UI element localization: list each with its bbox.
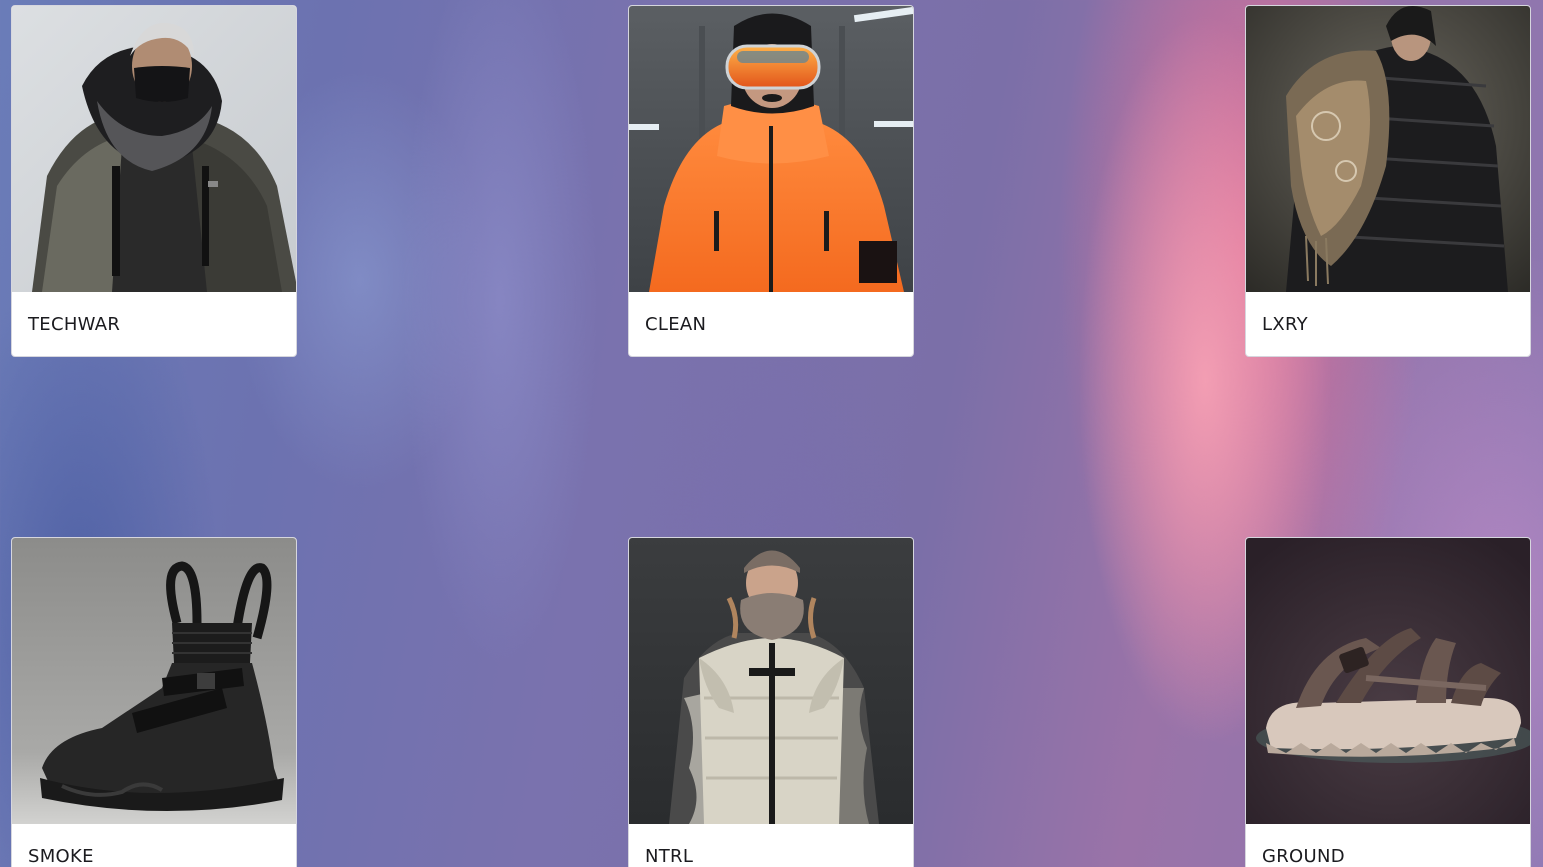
category-label: SMOKE bbox=[28, 845, 94, 867]
category-label: CLEAN bbox=[645, 313, 707, 335]
category-label: TECHWAR bbox=[28, 313, 121, 335]
lxry-photo[interactable] bbox=[1246, 6, 1530, 292]
category-card-ntrl[interactable]: NTRL bbox=[628, 537, 914, 867]
category-card-ground[interactable]: GROUND bbox=[1245, 537, 1531, 867]
category-label: NTRL bbox=[645, 845, 694, 867]
category-label: GROUND bbox=[1262, 845, 1345, 867]
category-card-lxry[interactable]: LXRY bbox=[1245, 5, 1531, 357]
ntrl-photo[interactable] bbox=[629, 538, 913, 824]
smoke-photo[interactable] bbox=[12, 538, 296, 824]
category-card-clean[interactable]: CLEAN bbox=[628, 5, 914, 357]
category-card-techwar[interactable]: TECHWAR bbox=[11, 5, 297, 357]
category-card-smoke[interactable]: SMOKE bbox=[11, 537, 297, 867]
ground-photo[interactable] bbox=[1246, 538, 1530, 824]
techwear-photo[interactable] bbox=[12, 6, 296, 292]
clean-photo[interactable] bbox=[629, 6, 913, 292]
category-label: LXRY bbox=[1262, 313, 1308, 335]
